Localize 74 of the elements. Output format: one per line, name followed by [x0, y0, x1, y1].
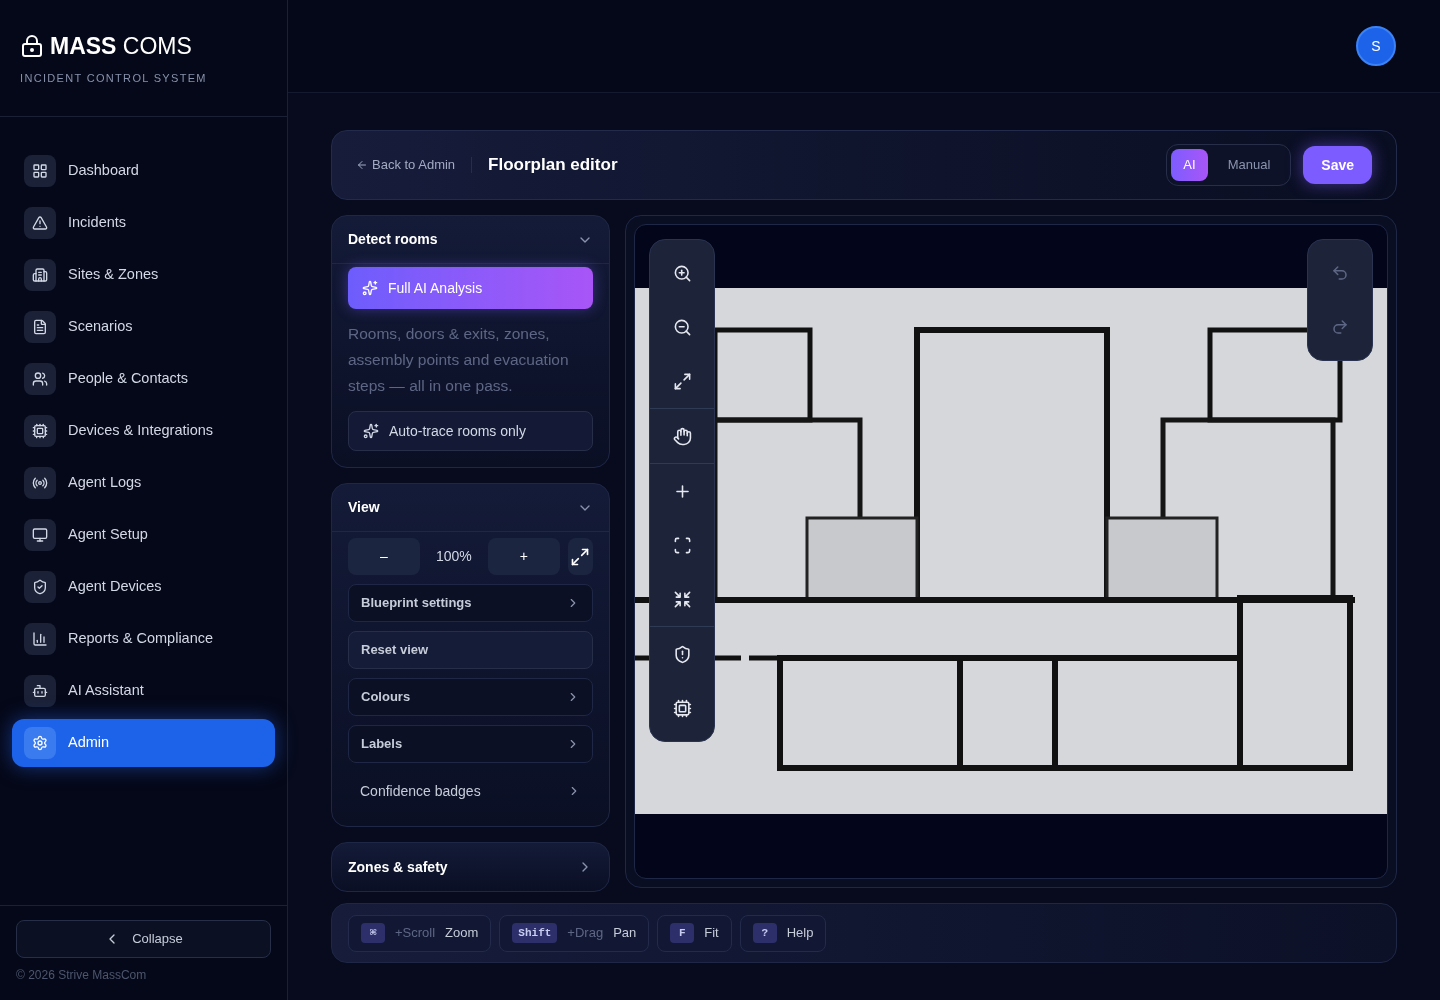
- section-header[interactable]: Detect rooms: [332, 216, 609, 264]
- view-option[interactable]: Blueprint settings: [348, 584, 593, 622]
- robot-icon: [24, 675, 56, 707]
- sidebar-item[interactable]: Agent Setup: [12, 511, 275, 559]
- sidebar-item[interactable]: Scenarios: [12, 303, 275, 351]
- zoom-in-button[interactable]: +: [488, 538, 560, 575]
- sidebar-item[interactable]: Dashboard: [12, 147, 275, 195]
- view-option[interactable]: Reset view: [348, 631, 593, 669]
- undo-icon: [1331, 264, 1349, 282]
- brand-logo: MASS COMS: [50, 34, 192, 58]
- sidebar-item[interactable]: Agent Logs: [12, 459, 275, 507]
- key-cap: ?: [752, 923, 777, 943]
- chip-icon: [24, 415, 56, 447]
- grid-icon: [24, 155, 56, 187]
- key-cap: F: [670, 923, 695, 943]
- copyright-text: © 2026 Strive MassCom: [16, 967, 148, 984]
- action-text: Pan: [613, 924, 637, 943]
- bar-chart-icon: [24, 623, 56, 655]
- sidebar-item[interactable]: AI Assistant: [12, 667, 275, 715]
- sidebar-item[interactable]: Incidents: [12, 199, 275, 247]
- page-title: Floorplan editor: [488, 154, 618, 177]
- modifier-text: +Drag: [567, 924, 604, 943]
- zoom-out-button[interactable]: –: [348, 538, 420, 575]
- sidebar-item[interactable]: Reports & Compliance: [12, 615, 275, 663]
- sidebar-item[interactable]: Devices & Integrations: [12, 407, 275, 455]
- zoom-out-icon: [672, 317, 692, 337]
- redo-icon: [1331, 318, 1349, 336]
- shrink-icon: [672, 589, 692, 609]
- hand-icon: [672, 426, 692, 446]
- auto-trace-button[interactable]: Auto-trace rooms only: [348, 411, 593, 451]
- save-button[interactable]: Save: [1303, 146, 1372, 184]
- modifier-text: +Scroll: [395, 924, 436, 943]
- settings-icon: [24, 727, 56, 759]
- section-header[interactable]: View: [332, 484, 609, 532]
- sidebar-item[interactable]: Admin: [12, 719, 275, 767]
- expand-icon: [672, 371, 692, 391]
- action-text: Fit: [704, 924, 719, 943]
- collapse-button[interactable]: Collapse: [16, 920, 271, 958]
- sidebar-item[interactable]: Sites & Zones: [12, 251, 275, 299]
- sidebar-item[interactable]: People & Contacts: [12, 355, 275, 403]
- mode-tab[interactable]: AI: [1171, 149, 1208, 181]
- shield-alert-icon: [672, 644, 692, 664]
- full-analysis-button[interactable]: Full AI Analysis: [348, 267, 593, 309]
- view-option[interactable]: Labels: [348, 725, 593, 763]
- monitor-icon: [24, 519, 56, 551]
- brand-tagline: INCIDENT CONTROL SYSTEM: [20, 71, 208, 86]
- key-cap: ⌘: [361, 923, 385, 943]
- lock-icon: [20, 34, 44, 58]
- back-link[interactable]: Back to Admin: [356, 155, 456, 175]
- analysis-description: Rooms, doors & exits, zones, assembly points and evacuation steps — all in one pass.: [348, 324, 570, 396]
- arrow-left-icon: [356, 159, 368, 171]
- action-text: Zoom: [445, 924, 479, 943]
- people-icon: [24, 363, 56, 395]
- warning-icon: [24, 207, 56, 239]
- zoom-in-icon: [672, 263, 692, 283]
- shield-icon: [24, 571, 56, 603]
- sidebar-item[interactable]: Agent Devices: [12, 563, 275, 611]
- building-icon: [24, 259, 56, 291]
- sparkle-icon: [362, 280, 378, 296]
- expand-icon: [570, 546, 591, 567]
- mode-tab[interactable]: Manual: [1211, 149, 1287, 181]
- frame-icon: [672, 535, 692, 555]
- view-option[interactable]: Confidence badges: [348, 772, 593, 810]
- chip-icon: [672, 698, 692, 718]
- sparkle-icon: [363, 423, 379, 439]
- broadcast-icon: [24, 467, 56, 499]
- section-header[interactable]: Zones & safety: [332, 843, 609, 891]
- fullscreen-button[interactable]: [567, 538, 593, 575]
- zoom-level: 100%: [435, 547, 473, 566]
- action-text: Help: [786, 924, 814, 943]
- user-avatar[interactable]: S: [1356, 26, 1396, 66]
- key-cap: Shift: [512, 923, 558, 943]
- document-icon: [24, 311, 56, 343]
- view-option[interactable]: Colours: [348, 678, 593, 716]
